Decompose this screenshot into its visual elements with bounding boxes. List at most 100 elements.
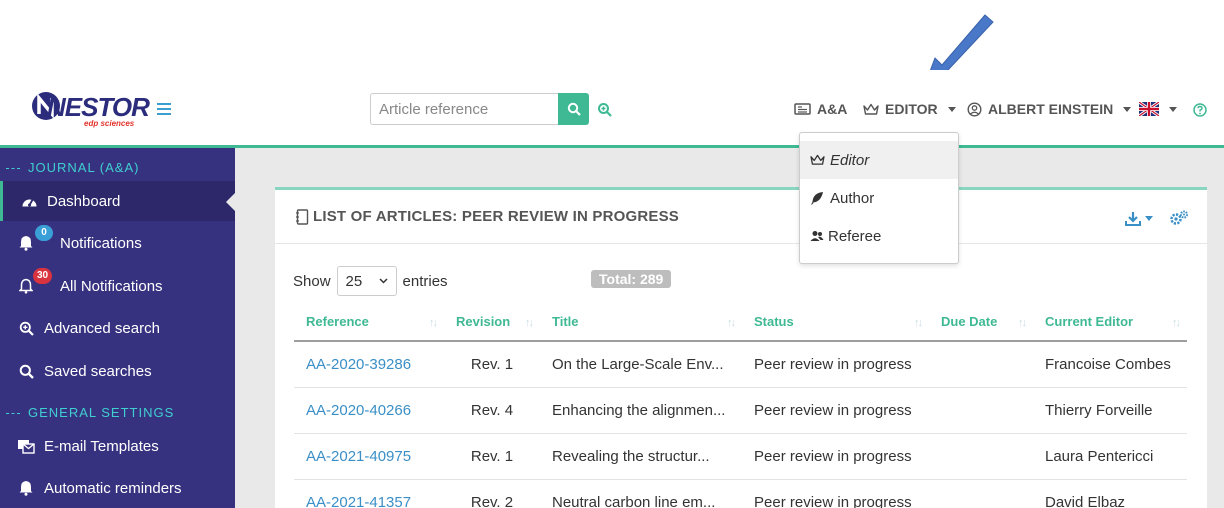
reference-link[interactable]: AA-2021-41357 [294, 479, 444, 508]
status-cell: Peer review in progress [742, 433, 929, 480]
search-plus-icon [17, 319, 35, 337]
entries-value: 25 [345, 272, 363, 290]
total-badge: Total: 289 [591, 270, 672, 288]
entries-select[interactable]: 25 [336, 266, 397, 296]
search-icon [567, 102, 581, 116]
reference-link[interactable]: AA-2020-39286 [294, 341, 444, 388]
due-date-cell [929, 479, 1033, 508]
sidebar-item-label: All Notifications [60, 277, 163, 295]
role-option-author[interactable]: Author [800, 179, 958, 217]
sort-icon: ↑↓ [429, 317, 438, 329]
sidebar-section-journal: JOURNAL (A&A) [6, 160, 139, 175]
article-reference-input[interactable] [370, 93, 558, 125]
sidebar-item-label: Advanced search [44, 319, 160, 337]
due-date-cell [929, 387, 1033, 434]
due-date-cell [929, 341, 1033, 388]
revision-cell: Rev. 2 [444, 479, 540, 508]
sidebar-item-label: Dashboard [47, 192, 121, 210]
dashboard-icon [20, 192, 38, 210]
show-label: Show [293, 272, 331, 290]
logo-subtext: edp sciences [84, 119, 135, 128]
notifications-badge: 0 [35, 225, 53, 241]
settings-gears-icon[interactable] [1169, 210, 1189, 226]
role-option-label: Editor [830, 151, 870, 169]
panel-title: LIST OF ARTICLES: PEER REVIEW IN PROGRES… [295, 208, 679, 225]
notebook-icon [296, 208, 309, 225]
role-label: EDITOR [885, 101, 938, 117]
sort-icon: ↑↓ [1172, 317, 1181, 329]
users-icon [809, 228, 825, 244]
role-menu[interactable]: EDITOR [863, 100, 956, 118]
reference-link[interactable]: AA-2020-40266 [294, 387, 444, 434]
sidebar-item-automatic-reminders[interactable]: Automatic reminders [0, 468, 235, 508]
help-icon[interactable] [1193, 103, 1207, 117]
column-header-due-date[interactable]: Due Date ↑↓ [929, 303, 1033, 342]
sort-icon: ↑↓ [1018, 317, 1027, 329]
language-menu[interactable] [1139, 100, 1177, 118]
role-dropdown-menu: Editor Author Referee [799, 132, 959, 264]
export-menu[interactable] [1125, 211, 1153, 226]
due-date-cell [929, 433, 1033, 480]
newspaper-icon [794, 103, 811, 115]
journal-label: A&A [817, 101, 848, 117]
entries-label: entries [402, 272, 448, 290]
sidebar-item-all-notifications[interactable]: 30 All Notifications [0, 266, 235, 306]
sidebar-item-label: Automatic reminders [44, 479, 182, 497]
search-button[interactable] [558, 93, 589, 125]
advanced-search-icon[interactable] [597, 102, 612, 117]
sort-icon: ↑↓ [525, 317, 534, 329]
download-icon [1125, 211, 1141, 226]
journal-menu[interactable]: A&A [794, 100, 847, 118]
search-icon [17, 362, 35, 380]
chevron-down-icon [947, 106, 956, 112]
sidebar-item-notifications[interactable]: 0 Notifications [0, 223, 235, 263]
editor-cell: Laura Pentericci [1033, 433, 1187, 480]
table-row: AA-2020-40266 Rev. 4 Enhancing the align… [294, 387, 1187, 434]
menu-toggle-icon[interactable] [157, 103, 171, 115]
top-header: NESTOR edp sciences A&A EDITOR ALBERT EI… [0, 70, 1224, 145]
title-cell: On the Large-Scale Env... [540, 341, 742, 388]
role-option-editor[interactable]: Editor [800, 141, 958, 179]
chevron-down-icon [1123, 106, 1132, 112]
chevron-down-icon [1169, 106, 1177, 112]
feather-icon [809, 190, 825, 206]
chevron-down-icon [379, 278, 388, 284]
title-cell: Revealing the structur... [540, 433, 742, 480]
revision-cell: Rev. 1 [444, 433, 540, 480]
bell-icon [17, 234, 35, 252]
revision-cell: Rev. 1 [444, 341, 540, 388]
crown-icon [863, 103, 879, 115]
table-row: AA-2020-39286 Rev. 1 On the Large-Scale … [294, 341, 1187, 388]
sidebar-item-email-templates[interactable]: E-mail Templates [0, 426, 235, 466]
email-templates-icon [17, 437, 35, 455]
panel-divider [275, 243, 1207, 244]
bell-outline-icon [17, 277, 35, 295]
uk-flag-icon [1139, 102, 1159, 116]
reference-link[interactable]: AA-2021-40975 [294, 433, 444, 480]
sidebar-item-label: E-mail Templates [44, 437, 159, 455]
status-cell: Peer review in progress [742, 341, 929, 388]
table-header-row: Reference ↑↓ Revision ↑↓ Title ↑↓ Status ↑↓ … [294, 303, 1187, 342]
sidebar-item-saved-searches[interactable]: Saved searches [0, 351, 235, 391]
status-cell: Peer review in progress [742, 387, 929, 434]
column-header-current-editor[interactable]: Current Editor ↑↓ [1033, 303, 1187, 342]
role-option-referee[interactable]: Referee [800, 217, 958, 255]
panel-tools [1125, 210, 1189, 226]
column-header-title[interactable]: Title ↑↓ [540, 303, 742, 342]
sidebar-item-dashboard[interactable]: Dashboard [0, 181, 235, 221]
column-header-reference[interactable]: Reference ↑↓ [294, 303, 444, 342]
entries-control: Show 25 entries [293, 266, 448, 296]
column-header-revision[interactable]: Revision ↑↓ [444, 303, 540, 342]
table-row: AA-2021-41357 Rev. 2 Neutral carbon line… [294, 479, 1187, 508]
search-bar [370, 93, 589, 125]
crown-icon [809, 152, 825, 168]
user-circle-icon [967, 101, 982, 117]
table-row: AA-2021-40975 Rev. 1 Revealing the struc… [294, 433, 1187, 480]
bell-icon [17, 479, 35, 497]
role-option-label: Referee [828, 227, 882, 245]
user-menu[interactable]: ALBERT EINSTEIN [967, 100, 1132, 118]
sort-icon: ↑↓ [914, 317, 923, 329]
column-header-status[interactable]: Status ↑↓ [742, 303, 929, 342]
chevron-down-icon [1145, 215, 1153, 221]
sidebar-item-advanced-search[interactable]: Advanced search [0, 308, 235, 348]
